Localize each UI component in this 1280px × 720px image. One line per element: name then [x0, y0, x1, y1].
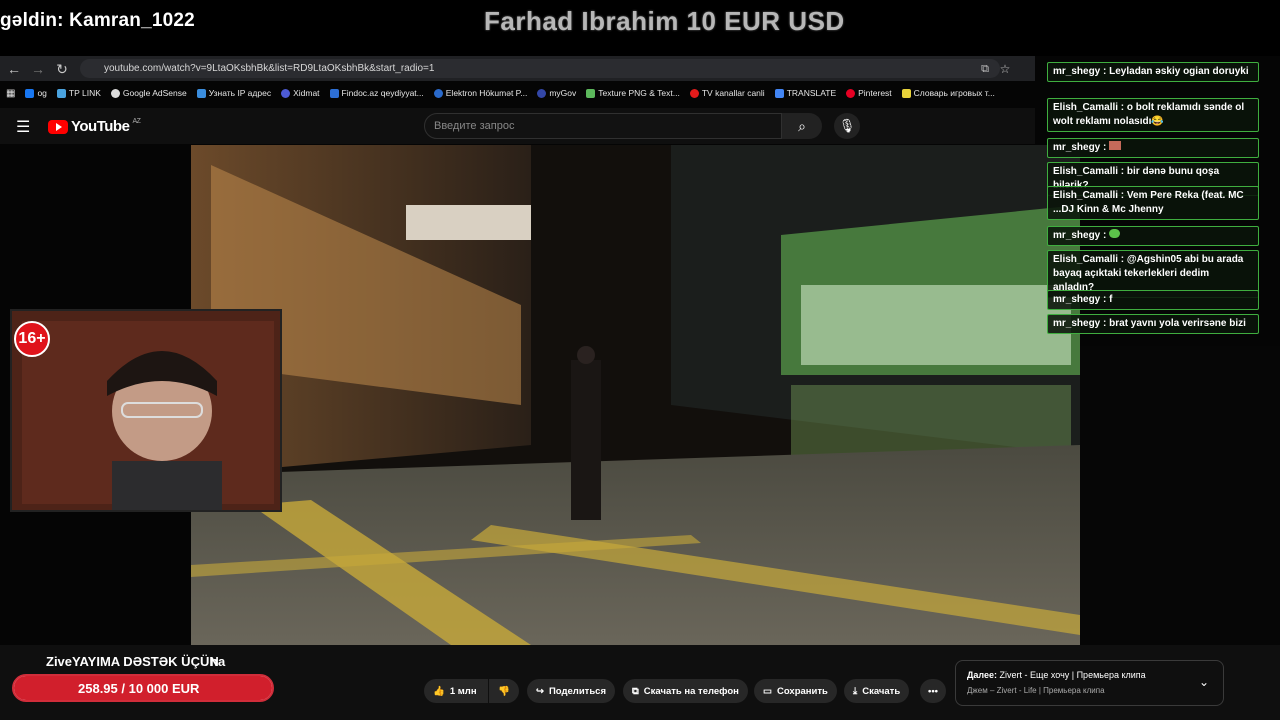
more-actions-button[interactable]: •••	[920, 679, 946, 703]
donation-progress-bar: 258.95 / 10 000 EUR	[12, 674, 274, 702]
chat-text: Leyladan əskiy ogian doruyki	[1109, 66, 1249, 77]
emote-icon	[1109, 141, 1122, 150]
thumbs-down-icon: 👎	[498, 685, 510, 697]
video-title-partial: Zive	[46, 654, 73, 669]
bookmark-item[interactable]: Словарь игровых т...	[901, 88, 995, 98]
bookmark-item[interactable]: Elektron Hökumət P...	[433, 88, 527, 98]
next-up-card[interactable]	[955, 660, 1224, 706]
age-rating-badge: 16+	[14, 321, 50, 357]
bookmark-item[interactable]: TRANSLATE	[774, 88, 836, 98]
bookmark-star-icon[interactable]: ☆	[995, 59, 1015, 79]
chat-user: mr_shegy	[1053, 142, 1101, 153]
download-button[interactable]: ⤓ Скачать	[844, 679, 910, 703]
like-count: 1 млн	[449, 685, 477, 697]
chat-user: Elish_Camalli	[1053, 254, 1119, 265]
bookmark-item[interactable]: Findoc.az qeydiyyat...	[329, 88, 424, 98]
thumbs-up-icon: 👍	[433, 685, 445, 697]
chat-user: Elish_Camalli	[1053, 190, 1119, 201]
chat-user: Elish_Camalli	[1053, 102, 1119, 113]
webcam-feed	[12, 311, 280, 510]
like-button[interactable]: 👍 1 млн	[424, 679, 488, 703]
chat-message: mr_shegy :	[1047, 226, 1259, 246]
apps-icon[interactable]: ▦	[6, 88, 15, 99]
country-code: AZ	[132, 118, 141, 125]
reload-icon[interactable]: ↻	[52, 59, 72, 79]
chat-user: mr_shegy	[1053, 230, 1101, 241]
download-phone-button[interactable]: ⧉ Скачать на телефон	[623, 679, 748, 703]
download-icon: ⤓	[853, 685, 858, 697]
chat-user: mr_shegy	[1053, 294, 1101, 305]
phone-download-icon: ⧉	[632, 685, 639, 697]
chat-message: mr_shegy :	[1047, 138, 1259, 158]
bookmark-item[interactable]: TP LINK	[56, 88, 101, 98]
chat-message: Elish_Camalli : Vem Pere Reka (feat. MC …	[1047, 186, 1259, 220]
share-icon: ↪	[536, 685, 544, 697]
microphone-icon[interactable]: 🎙	[834, 113, 860, 139]
emote-icon	[1109, 229, 1121, 238]
chat-user: mr_shegy	[1053, 66, 1101, 77]
phone-label: Скачать на телефон	[643, 685, 739, 697]
menu-icon[interactable]: ☰	[16, 117, 30, 137]
download-label: Скачать	[862, 685, 901, 697]
bookmark-item[interactable]: myGov	[537, 88, 576, 98]
save-button[interactable]: ▭ Сохранить	[754, 679, 837, 703]
chat-text: f	[1109, 294, 1113, 305]
cast-icon[interactable]: ⧉	[975, 59, 995, 79]
next-up-subtitle: Джем – Zivert - Life | Премьера клипа	[967, 686, 1105, 695]
search-input[interactable]: Введите запрос	[424, 113, 782, 139]
chat-message: mr_shegy : f	[1047, 290, 1259, 310]
bookmark-item[interactable]: TV kanallar canli	[689, 88, 765, 98]
next-up-label: Далее: Zivert - Еще хочу | Премьера клип…	[967, 670, 1146, 680]
search-icon[interactable]: ⌕	[782, 113, 822, 139]
youtube-logo[interactable]: YouTube AZ	[48, 118, 141, 135]
youtube-play-icon	[48, 119, 68, 134]
video-frame	[191, 145, 1080, 645]
save-icon: ▭	[763, 685, 772, 697]
dark-background	[1080, 346, 1280, 646]
forward-icon[interactable]: →	[28, 59, 48, 79]
chat-text: brat yavnı yola verirsəne bizi	[1109, 318, 1246, 329]
chat-message: mr_shegy : Leyladan əskiy ogian doruyki	[1047, 62, 1259, 82]
chat-message: Elish_Camalli : o bolt reklamıdı sənde o…	[1047, 98, 1259, 132]
share-button[interactable]: ↪ Поделиться	[527, 679, 615, 703]
welcome-text: gəldin: Kamran_1022	[0, 10, 195, 31]
chat-message: mr_shegy : brat yavnı yola verirsəne biz…	[1047, 314, 1259, 334]
webcam-overlay: 16+	[10, 309, 282, 512]
dislike-button[interactable]: 👎	[489, 679, 519, 703]
video-player[interactable]	[191, 145, 1080, 645]
chevron-down-icon[interactable]: ⌄	[1199, 675, 1209, 689]
save-label: Сохранить	[776, 685, 828, 697]
stream-title: Farhad Ibrahim 10 EUR USD	[484, 6, 845, 36]
chat-user: Elish_Camalli	[1053, 166, 1119, 177]
donation-amount: 258.95 / 10 000 EUR	[78, 681, 200, 696]
chat-user: mr_shegy	[1053, 318, 1101, 329]
bookmark-item[interactable]: Узнать IP адрес	[196, 88, 271, 98]
bookmark-item[interactable]: og	[25, 88, 47, 98]
bookmarks-bar: ▦ og TP LINK Google AdSense Узнать IP ад…	[0, 81, 1035, 105]
address-bar[interactable]: youtube.com/watch?v=9LtaOKsbhBk&list=RD9…	[80, 59, 1000, 78]
youtube-logo-text: YouTube	[71, 118, 130, 135]
bookmark-item[interactable]: Google AdSense	[110, 88, 187, 98]
chat-overlay: mr_shegy : Leyladan əskiy ogian doruyki …	[1035, 56, 1280, 346]
bookmark-item[interactable]: Xidmat	[281, 88, 320, 98]
bookmark-item[interactable]: Texture PNG & Text...	[586, 88, 680, 98]
share-label: Поделиться	[548, 685, 606, 697]
donation-title: YAYIMA DƏSTƏK ÜÇÜN	[72, 654, 219, 669]
more-icon: •••	[928, 685, 938, 697]
bookmark-item[interactable]: Pinterest	[846, 88, 892, 98]
back-icon[interactable]: ←	[4, 59, 24, 79]
